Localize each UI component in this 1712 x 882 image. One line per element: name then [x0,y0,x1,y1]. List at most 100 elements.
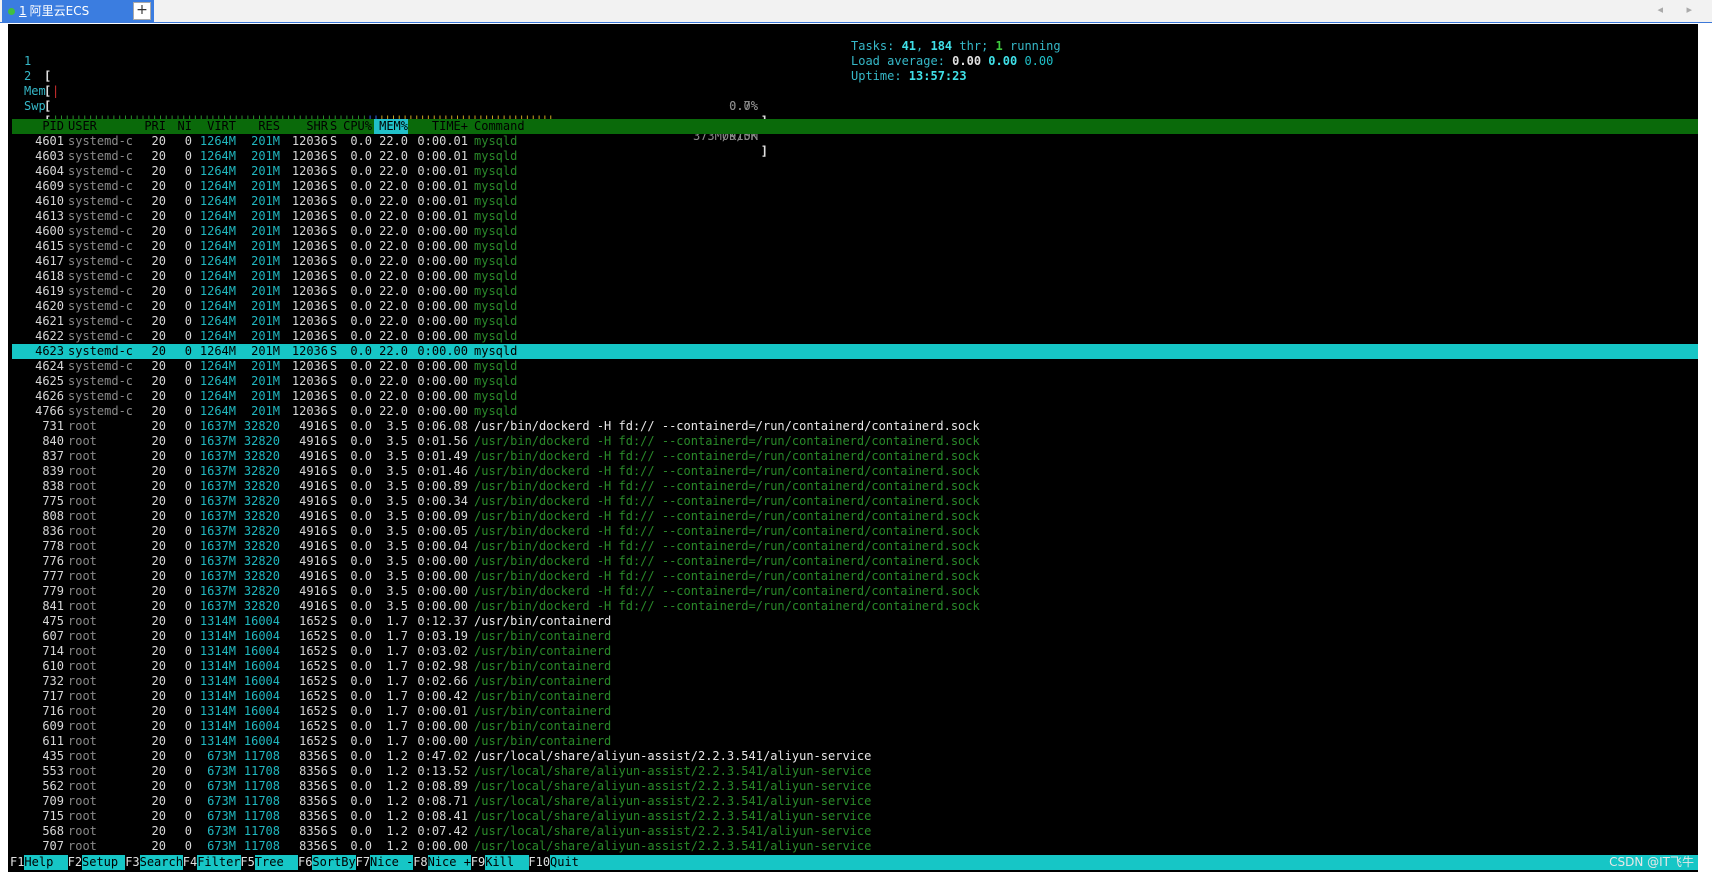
fkey-f9[interactable]: F9 [471,855,485,870]
table-row[interactable]: 837 root 20 0 1637M 32820 4916 S 0.0 3.5 0:01.49/u… [8,449,1698,464]
fkey-f4[interactable]: F4 [183,855,197,870]
col-pid[interactable]: PID [14,119,64,134]
fkey-label-f9[interactable]: Kill [485,855,529,870]
table-row[interactable]: 717 root 20 0 1314M 16004 1652 S 0.0 1.7 0:00.42/u… [8,689,1698,704]
fkey-f5[interactable]: F5 [240,855,254,870]
table-row[interactable]: 4610 systemd-c 20 0 1264M 201M 12036 S 0.0 22.0 0:… [8,194,1698,209]
table-row[interactable]: 4619 systemd-c 20 0 1264M 201M 12036 S 0.0 22.0 0:… [8,284,1698,299]
table-row[interactable]: 4620 systemd-c 20 0 1264M 201M 12036 S 0.0 22.0 0:… [8,299,1698,314]
col-shr[interactable]: SHR [280,119,328,134]
table-row[interactable]: 4609 systemd-c 20 0 1264M 201M 12036 S 0.0 22.0 0:… [8,179,1698,194]
table-row[interactable]: 553 root 20 0 673M 11708 8356 S 0.0 1.2 0:13.52/us… [8,764,1698,779]
table-row[interactable]: 610 root 20 0 1314M 16004 1652 S 0.0 1.7 0:02.98/u… [8,659,1698,674]
fkey-f6[interactable]: F6 [298,855,312,870]
fkey-label-f4[interactable]: Filter [197,855,241,870]
tasks-stat: Tasks: 41, 184 thr; 1 running [851,39,1061,54]
table-row[interactable]: 609 root 20 0 1314M 16004 1652 S 0.0 1.7 0:00.00/u… [8,719,1698,734]
fkey-f7[interactable]: F7 [356,855,370,870]
table-row[interactable]: 779 root 20 0 1637M 32820 4916 S 0.0 3.5 0:00.00/u… [8,584,1698,599]
table-row[interactable]: 568 root 20 0 673M 11708 8356 S 0.0 1.2 0:07.42/us… [8,824,1698,839]
col-cpu[interactable]: CPU% [338,119,372,134]
col-mem-sorted[interactable]: MEM% [374,119,408,134]
table-row[interactable]: 716 root 20 0 1314M 16004 1652 S 0.0 1.7 0:00.01/u… [8,704,1698,719]
table-row[interactable]: 4604 systemd-c 20 0 1264M 201M 12036 S 0.0 22.0 0:… [8,164,1698,179]
table-row[interactable]: 4615 systemd-c 20 0 1264M 201M 12036 S 0.0 22.0 0:… [8,239,1698,254]
fkey-label-f5[interactable]: Tree [254,855,299,870]
table-row[interactable]: 839 root 20 0 1637M 32820 4916 S 0.0 3.5 0:01.46/u… [8,464,1698,479]
table-row[interactable]: 838 root 20 0 1637M 32820 4916 S 0.0 3.5 0:00.89/u… [8,479,1698,494]
terminal[interactable]: 1 [ | 0.7% ] 2 [ 0.0% ] Mem [ ||||||||||… [8,24,1698,872]
cell-cmd: /usr/bin/containerd [474,674,612,688]
cell-cpu: 0.0 [350,689,372,703]
col-command[interactable]: Command [474,119,525,134]
cell-pri: 20 [151,434,166,448]
table-row[interactable]: 836 root 20 0 1637M 32820 4916 S 0.0 3.5 0:00.05/u… [8,524,1698,539]
cell-time: 0:00.00 [417,404,468,418]
cell-virt: 673M [207,824,236,838]
table-row[interactable]: 4625 systemd-c 20 0 1264M 201M 12036 S 0.0 22.0 0:… [8,374,1698,389]
col-user[interactable]: USER [68,119,97,134]
col-res[interactable]: RES [238,119,280,134]
table-row[interactable]: 611 root 20 0 1314M 16004 1652 S 0.0 1.7 0:00.00/u… [8,734,1698,749]
cell-pri: 20 [151,539,166,553]
table-row[interactable]: 841 root 20 0 1637M 32820 4916 S 0.0 3.5 0:00.00/u… [8,599,1698,614]
fkey-label-f2[interactable]: Setup [82,855,126,870]
table-row[interactable]: 709 root 20 0 673M 11708 8356 S 0.0 1.2 0:08.71/us… [8,794,1698,809]
fkey-label-f8[interactable]: Nice + [427,855,471,870]
table-row[interactable]: 778 root 20 0 1637M 32820 4916 S 0.0 3.5 0:00.04/u… [8,539,1698,554]
table-row[interactable]: 562 root 20 0 673M 11708 8356 S 0.0 1.2 0:08.89/us… [8,779,1698,794]
table-row[interactable]: 732 root 20 0 1314M 16004 1652 S 0.0 1.7 0:02.66/u… [8,674,1698,689]
cell-user: root [68,614,97,628]
fkey-f8[interactable]: F8 [413,855,427,870]
table-row[interactable]: 475 root 20 0 1314M 16004 1652 S 0.0 1.7 0:12.37/u… [8,614,1698,629]
mem-meter: Mem [ ||||||||||||||||||||||||||||||||||… [8,69,768,158]
fkey-f1[interactable]: F1 [10,855,24,870]
cell-virt: 1314M [199,629,236,643]
table-row[interactable]: 840 root 20 0 1637M 32820 4916 S 0.0 3.5 0:01.56/u… [8,434,1698,449]
col-state[interactable]: S [330,119,337,134]
fkey-label-f7[interactable]: Nice - [370,855,414,870]
table-row[interactable]: 4603 systemd-c 20 0 1264M 201M 12036 S 0.0 22.0 0:… [8,149,1698,164]
table-row[interactable]: 808 root 20 0 1637M 32820 4916 S 0.0 3.5 0:00.09/u… [8,509,1698,524]
table-row[interactable]: 4613 systemd-c 20 0 1264M 201M 12036 S 0.0 22.0 0:… [8,209,1698,224]
table-row[interactable]: 4618 systemd-c 20 0 1264M 201M 12036 S 0.0 22.0 0:… [8,269,1698,284]
cell-user: systemd-c [68,269,134,283]
fkey-label-f3[interactable]: Search [139,855,183,870]
table-row[interactable]: 4622 systemd-c 20 0 1264M 201M 12036 S 0.0 22.0 0:… [8,329,1698,344]
tab-scroll-arrows-icon[interactable]: ◂ ▸ [1657,3,1702,16]
table-row[interactable]: 714 root 20 0 1314M 16004 1652 S 0.0 1.7 0:03.02/u… [8,644,1698,659]
table-row[interactable]: 4624 systemd-c 20 0 1264M 201M 12036 S 0.0 22.0 0:… [8,359,1698,374]
cell-res: 32820 [243,479,280,493]
table-row-selected[interactable]: 4623 systemd-c 20 0 1264M 201M 12036 S 0.0 22.0 0:… [12,344,1698,359]
fkey-f3[interactable]: F3 [125,855,139,870]
col-time[interactable]: TIME+ [410,119,468,134]
new-tab-button[interactable]: + [133,2,151,20]
col-virt[interactable]: VIRT [186,119,236,134]
table-row[interactable]: 776 root 20 0 1637M 32820 4916 S 0.0 3.5 0:00.00/u… [8,554,1698,569]
cell-user: systemd-c [68,194,134,208]
fkey-label-f1[interactable]: Help [24,855,68,870]
cell-cpu: 0.0 [350,284,372,298]
table-row[interactable]: 4617 systemd-c 20 0 1264M 201M 12036 S 0.0 22.0 0:… [8,254,1698,269]
table-row[interactable]: 607 root 20 0 1314M 16004 1652 S 0.0 1.7 0:03.19/u… [8,629,1698,644]
col-pri[interactable]: PRI [126,119,166,134]
cell-cpu: 0.0 [350,734,372,748]
fkey-label-f10[interactable]: Quit [550,855,1698,870]
cell-user: systemd-c [68,239,134,253]
fkey-f2[interactable]: F2 [68,855,82,870]
fkey-f10[interactable]: F10 [528,855,550,870]
cell-res: 32820 [243,524,280,538]
table-row[interactable]: 4621 systemd-c 20 0 1264M 201M 12036 S 0.0 22.0 0:… [8,314,1698,329]
table-row[interactable]: 4766 systemd-c 20 0 1264M 201M 12036 S 0.0 22.0 0:… [8,404,1698,419]
tab-aliyun-ecs[interactable]: 1阿里云ECS × [2,0,154,22]
table-row[interactable]: 775 root 20 0 1637M 32820 4916 S 0.0 3.5 0:00.34/u… [8,494,1698,509]
table-row[interactable]: 707 root 20 0 673M 11708 8356 S 0.0 1.2 0:00.00/us… [8,839,1698,854]
table-row[interactable]: 4600 systemd-c 20 0 1264M 201M 12036 S 0.0 22.0 0:… [8,224,1698,239]
table-row[interactable]: 4601 systemd-c 20 0 1264M 201M 12036 S 0.0 22.0 0:… [8,134,1698,149]
table-row[interactable]: 731 root 20 0 1637M 32820 4916 S 0.0 3.5 0:06.08/u… [8,419,1698,434]
table-row[interactable]: 4626 systemd-c 20 0 1264M 201M 12036 S 0.0 22.0 0:… [8,389,1698,404]
table-row[interactable]: 715 root 20 0 673M 11708 8356 S 0.0 1.2 0:08.41/us… [8,809,1698,824]
table-row[interactable]: 435 root 20 0 673M 11708 8356 S 0.0 1.2 0:47.02/us… [8,749,1698,764]
table-row[interactable]: 777 root 20 0 1637M 32820 4916 S 0.0 3.5 0:00.00/u… [8,569,1698,584]
fkey-label-f6[interactable]: SortBy [312,855,356,870]
